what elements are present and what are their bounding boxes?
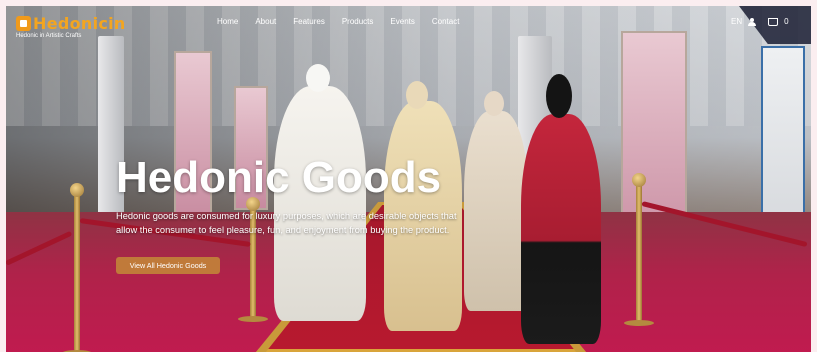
hero-description: Hedonic goods are consumed for luxury pu… <box>116 211 457 235</box>
nav-link-features[interactable]: Features <box>293 17 325 26</box>
person-figure <box>274 86 366 321</box>
cart-button[interactable]: 0 <box>768 17 794 26</box>
logo-icon <box>16 16 31 31</box>
person-head <box>484 91 504 116</box>
nav-link-contact[interactable]: Contact <box>432 17 460 26</box>
person-figure <box>464 111 528 311</box>
cart-count: 0 <box>784 17 789 26</box>
page-frame: Hedonicin Hedonic in Artistic Crafts Hom… <box>6 6 811 352</box>
person-head <box>546 74 572 118</box>
view-all-hedonic-goods-button[interactable]: View All Hedonic Goods <box>116 257 220 274</box>
hero-title: Hedonic Goods <box>116 153 442 202</box>
person-head <box>406 81 428 109</box>
nav-link-products[interactable]: Products <box>342 17 374 26</box>
language-switcher[interactable]: EN <box>731 17 742 26</box>
nav-link-home[interactable]: Home <box>217 17 238 26</box>
logo-text: Hedonicin <box>33 14 126 33</box>
stanchion-post <box>62 183 92 352</box>
main-nav: Home About Features Products Events Cont… <box>217 17 476 26</box>
header-tools: EN 0 <box>731 17 795 26</box>
logo-tagline: Hedonic in Artistic Crafts <box>16 33 82 39</box>
cart-icon <box>768 17 779 26</box>
user-icon[interactable] <box>748 17 757 26</box>
nav-link-events[interactable]: Events <box>390 17 414 26</box>
person-figure <box>521 114 601 344</box>
nav-link-about[interactable]: About <box>255 17 276 26</box>
person-head <box>306 64 330 92</box>
